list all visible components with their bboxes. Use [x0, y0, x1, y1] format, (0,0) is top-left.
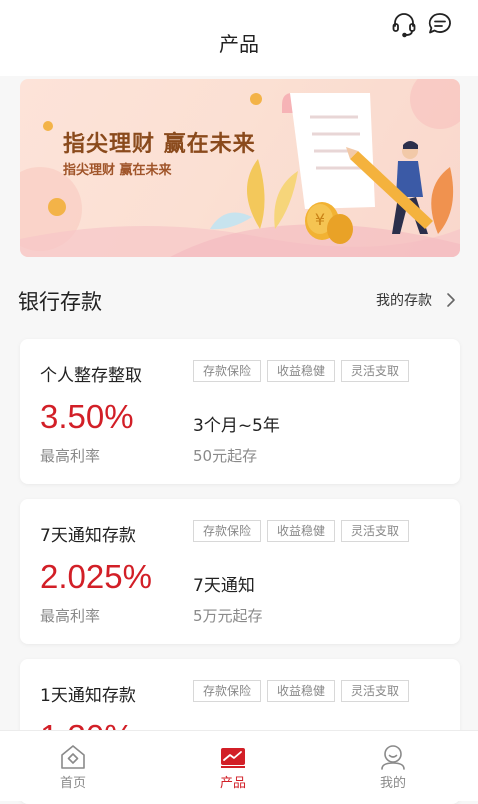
product-card-7day-notice[interactable]: 7天通知存款 存款保险 收益稳健 灵活支取 2.025% 最高利率 7天通知 5…: [20, 499, 460, 644]
product-tags: 存款保险 收益稳健 灵活支取: [193, 360, 410, 382]
bottom-nav: 首页 产品 我的: [0, 730, 478, 801]
product-name: 7天通知存款: [40, 526, 136, 546]
deposit-term: 7天通知: [193, 576, 255, 596]
my-deposits-label: 我的存款: [376, 293, 432, 309]
rate-label: 最高利率: [40, 607, 101, 625]
section-title: 银行存款: [18, 290, 102, 314]
headset-icon[interactable]: [390, 10, 418, 38]
tag: 收益稳健: [267, 360, 336, 382]
chevron-right-icon: [447, 293, 455, 307]
tag: 灵活支取: [341, 680, 410, 702]
interest-rate: 2.025%: [40, 558, 152, 595]
nav-item-profile[interactable]: 我的: [338, 731, 448, 801]
product-tags: 存款保险 收益稳健 灵活支取: [193, 520, 410, 542]
product-tags: 存款保险 收益稳健 灵活支取: [193, 680, 410, 702]
rate-label: 最高利率: [40, 447, 101, 465]
nav-label: 产品: [219, 776, 246, 791]
product-name: 1天通知存款: [40, 686, 136, 706]
nav-label: 我的: [379, 776, 406, 791]
nav-item-home[interactable]: 首页: [18, 731, 128, 801]
deposit-term: 3个月~5年: [193, 416, 280, 436]
minimum-amount: 5万元起存: [193, 607, 263, 625]
top-bar: 产品: [0, 0, 478, 76]
home-icon: [61, 745, 85, 769]
nav-item-products[interactable]: 产品: [178, 731, 288, 801]
profile-icon: [381, 745, 405, 770]
interest-rate: 3.50%: [40, 398, 134, 435]
minimum-amount: 50元起存: [193, 447, 258, 465]
tag: 存款保险: [193, 680, 262, 702]
product-card-fixed-deposit[interactable]: 个人整存整取 存款保险 收益稳健 灵活支取 3.50% 最高利率 3个月~5年 …: [20, 339, 460, 484]
nav-label: 首页: [59, 776, 86, 791]
banner-title: 指尖理财 赢在未来: [63, 132, 256, 157]
tag: 收益稳健: [267, 520, 336, 542]
tag: 收益稳健: [267, 680, 336, 702]
promo-banner[interactable]: ¥ 指尖理财 赢在未来 指尖理财 赢在未来: [20, 79, 460, 257]
tag: 存款保险: [193, 360, 262, 382]
my-deposits-link[interactable]: 我的存款: [376, 290, 456, 310]
tag: 灵活支取: [341, 520, 410, 542]
tag: 存款保险: [193, 520, 262, 542]
product-name: 个人整存整取: [40, 366, 142, 386]
banner-subtitle: 指尖理财 赢在未来: [63, 163, 172, 178]
chat-bubble-icon[interactable]: [426, 10, 454, 38]
tag: 灵活支取: [341, 360, 410, 382]
product-chart-icon: [221, 748, 245, 768]
svg-text:¥: ¥: [315, 210, 325, 229]
